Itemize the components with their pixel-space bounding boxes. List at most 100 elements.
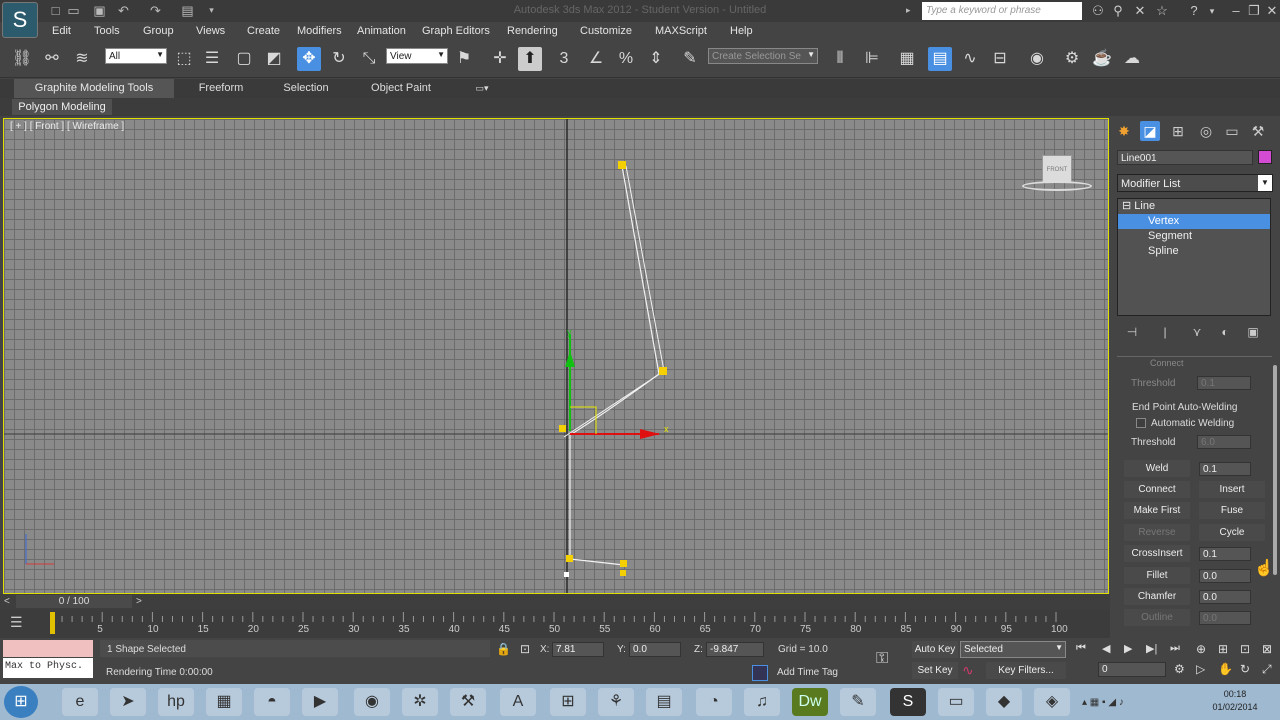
zoom-extents-icon[interactable]: ⊡ [1240,642,1250,656]
field-of-view-icon[interactable]: ▷ [1196,662,1205,676]
key-filters-button[interactable]: Key Filters... [986,662,1066,679]
x-coordinate-field[interactable]: 7.81 [552,642,604,657]
auto-key-button[interactable]: Auto Key [912,641,958,658]
bind-space-warp-icon[interactable]: ≋ [70,47,94,71]
time-configuration-icon[interactable]: ⚙ [1174,662,1185,676]
front-viewport[interactable]: [ + ] [ Front ] [ Wireframe ] y x FRONT [3,118,1109,594]
rectangular-selection-icon[interactable]: ▢ [232,47,256,71]
fillet-spinner[interactable]: 0.0 [1199,569,1251,583]
object-color-swatch[interactable] [1258,150,1272,164]
modify-tab-icon[interactable]: ◪ [1140,121,1160,141]
unlink-icon[interactable]: ⚯ [40,47,64,71]
current-frame-marker[interactable] [50,612,55,634]
select-manipulate-icon[interactable]: ✛ [488,47,512,71]
restore-icon[interactable]: ❐ [1246,3,1262,19]
weld-button[interactable]: Weld [1124,460,1190,477]
app-cube-icon[interactable]: ◆ [986,688,1022,716]
maxscript-listener-output[interactable] [3,640,93,657]
menu-rendering[interactable]: Rendering [507,25,558,37]
menu-graph-editors[interactable]: Graph Editors [422,25,490,37]
modifier-list-dropdown[interactable]: Modifier List ▼ [1117,174,1273,192]
menu-customize[interactable]: Customize [580,25,632,37]
align-icon[interactable]: ⊫ [860,47,884,71]
chrome-icon[interactable]: ◉ [354,688,390,716]
pivot-center-icon[interactable]: ⚑ [452,47,476,71]
crossinsert-spinner[interactable]: 0.1 [1199,547,1251,561]
set-key-curve-icon[interactable]: ∿ [962,662,974,679]
panel-scrollbar[interactable] [1273,365,1277,575]
network-icon[interactable]: ⊞ [550,688,586,716]
selection-filter-dropdown[interactable]: All ▼ [105,48,167,64]
menu-help[interactable]: Help [730,25,753,37]
zoom-icon[interactable]: ⊕ [1196,642,1206,656]
next-frame-icon[interactable]: ▶| [1146,642,1157,655]
viewcube[interactable]: FRONT [1042,155,1072,183]
window-crossing-icon[interactable]: ◩ [262,47,286,71]
search-input[interactable]: Type a keyword or phrase [922,2,1082,20]
material-editor-icon[interactable]: ◉ [1025,47,1049,71]
mini-curve-editor-icon[interactable]: ☰ [10,614,23,631]
subscription-icon[interactable]: ⚲ [1110,3,1126,19]
reverse-button[interactable]: Reverse [1124,524,1190,541]
threshold-1-spinner[interactable]: 0.1 [1197,376,1251,390]
time-slider-thumb[interactable]: 0 / 100 [16,595,132,608]
make-first-button[interactable]: Make First [1124,502,1190,519]
ribbon-options-icon[interactable]: ▭▾ [470,79,494,98]
document-icon[interactable]: ▤ [646,688,682,716]
cycle-button[interactable]: Cycle [1199,524,1265,541]
keyboard-shortcut-override-icon[interactable]: ⬆ [518,47,542,71]
minimize-icon[interactable]: – [1228,3,1244,19]
menu-edit[interactable]: Edit [52,25,71,37]
system-tray[interactable]: ▴ ▦ ▪ ◢ ♪ [1082,694,1192,712]
connect-button[interactable]: Connect [1124,481,1190,498]
object-name-field[interactable]: Line001 [1117,150,1253,165]
remove-modifier-icon[interactable]: ◐ [1218,325,1232,339]
help-dropdown-icon[interactable]: ▾ [1204,3,1220,19]
vertex-point-bottom-right-2[interactable] [620,570,626,576]
vertex-point-origin[interactable] [559,425,566,432]
pinwheel-icon[interactable]: ✲ [402,688,438,716]
file-explorer-icon[interactable]: ▦ [206,688,242,716]
weld-spinner[interactable]: 0.1 [1199,462,1251,476]
tab-object-paint[interactable]: Object Paint [360,79,442,98]
menu-modifiers[interactable]: Modifiers [297,25,342,37]
orbit-icon[interactable]: ↻ [1240,662,1250,676]
select-and-rotate-icon[interactable]: ↻ [327,47,351,71]
communication-icon[interactable]: ✕ [1132,3,1148,19]
note-icon[interactable]: ◔ [696,688,732,716]
current-frame-field[interactable]: 0 [1098,662,1166,677]
zoom-extents-all-icon[interactable]: ⊠ [1262,642,1272,656]
show-end-result-icon[interactable]: | [1158,325,1172,339]
stack-item-spline[interactable]: Spline [1118,244,1270,259]
default-in-out-tangent-icon[interactable]: ⚿ [876,650,888,668]
menu-views[interactable]: Views [196,25,225,37]
dreamweaver-icon[interactable]: Dw [792,688,828,716]
time-slider[interactable] [0,594,1110,610]
insert-button[interactable]: Insert [1199,481,1265,498]
play-icon[interactable]: ▶ [1124,642,1132,655]
set-key-button[interactable]: Set Key [912,662,958,679]
spline-line001[interactable] [569,165,660,559]
favorites-star-icon[interactable]: ☆ [1154,3,1170,19]
vertex-point-bottom-left[interactable] [566,555,573,562]
previous-frame-icon[interactable]: ◀ [1102,642,1110,655]
pan-view-icon[interactable]: ✋ [1218,662,1233,676]
save-icon[interactable]: ▣ [92,3,107,18]
tools-icon[interactable]: ⚒ [450,688,486,716]
y-coordinate-field[interactable]: 0.0 [629,642,681,657]
menu-create[interactable]: Create [247,25,280,37]
create-tab-icon[interactable]: ✸ [1114,121,1134,141]
select-object-icon[interactable]: ⬚ [172,47,196,71]
go-to-end-icon[interactable]: ⏭ [1170,642,1180,655]
menu-animation[interactable]: Animation [357,25,406,37]
rendered-frame-window-icon[interactable]: ☕ [1090,47,1114,71]
itunes-icon[interactable]: ♫ [744,688,780,716]
start-button[interactable]: ⊞ [4,686,38,718]
make-unique-icon[interactable]: ⋎ [1190,325,1204,339]
polygon-modeling-button[interactable]: Polygon Modeling [12,99,112,115]
taskbar-clock[interactable]: 00:18 01/02/2014 [1200,688,1270,714]
binoculars-icon[interactable]: ⚇ [1090,3,1106,19]
tab-graphite-modeling-tools[interactable]: Graphite Modeling Tools [14,79,174,98]
menu-maxscript[interactable]: MAXScript [655,25,707,37]
hierarchy-tab-icon[interactable]: ⊞ [1168,121,1188,141]
